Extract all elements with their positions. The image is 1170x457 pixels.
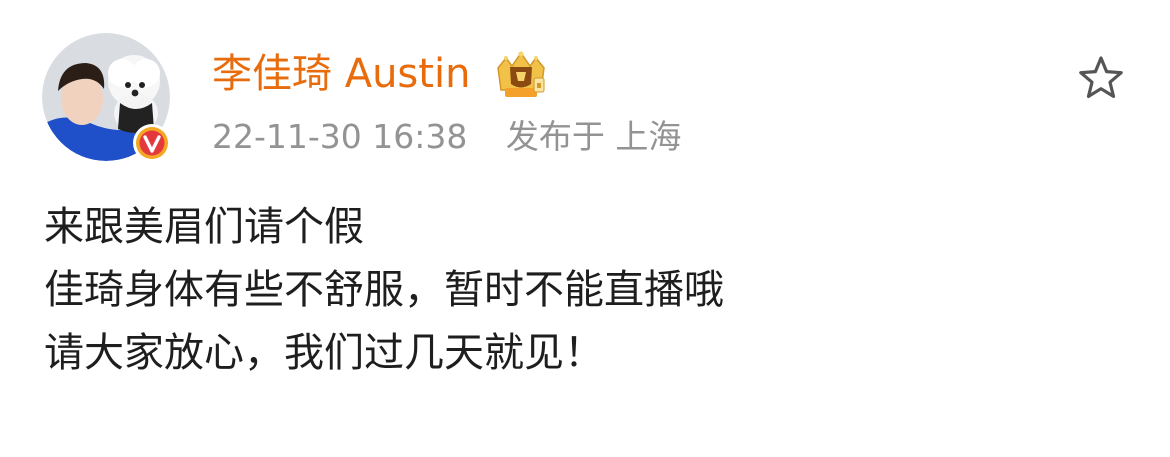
post-content-line: 请大家放心，我们过几天就见！ [44, 330, 604, 376]
verified-v-badge-icon [133, 124, 171, 162]
weibo-post: 李佳琦 Austin 22-11-30 16:38 发布于 上海 来跟美眉们请个… [0, 0, 1170, 457]
post-content-line: 佳琦身体有些不舒服，暂时不能直播哦 [44, 267, 724, 313]
post-meta: 22-11-30 16:38 发布于 上海 [212, 112, 681, 162]
post-content: 来跟美眉们请个假 佳琦身体有些不舒服，暂时不能直播哦 请大家放心，我们过几天就见… [44, 196, 1134, 385]
author-name[interactable]: 李佳琦 Austin [212, 46, 470, 102]
post-location: 发布于 上海 [505, 117, 682, 156]
avatar[interactable] [42, 33, 171, 162]
post-timestamp: 22-11-30 16:38 [212, 117, 468, 156]
vip-crown-icon[interactable] [494, 50, 548, 100]
post-content-line: 来跟美眉们请个假 [44, 204, 364, 250]
star-outline-icon[interactable] [1074, 52, 1128, 106]
